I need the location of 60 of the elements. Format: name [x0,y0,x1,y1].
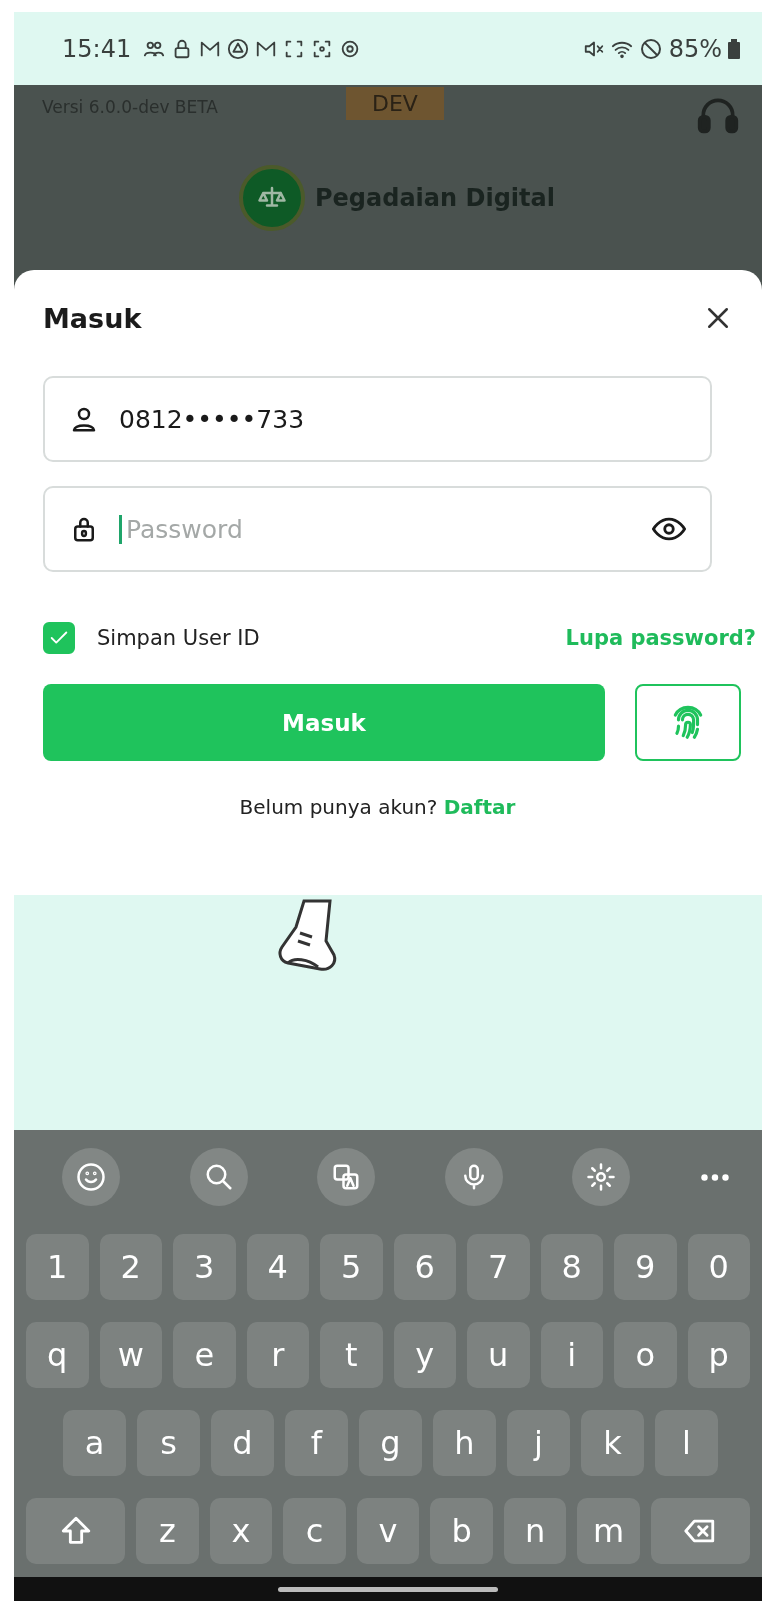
signup-prompt: Belum punya akun? Daftar [238,795,517,819]
keyboard-key[interactable]: 8 [540,1234,603,1300]
environment-badge: DEV [346,87,444,120]
ellipsis-icon [699,1173,730,1181]
keyboard-key[interactable]: h [433,1410,496,1476]
keyboard-key[interactable]: w [99,1322,162,1388]
keyboard-key[interactable]: e [173,1322,236,1388]
home-handle[interactable] [278,1586,498,1592]
keyboard-key[interactable]: j [507,1410,570,1476]
shift-key[interactable] [26,1498,126,1564]
keyboard-key[interactable]: s [137,1410,200,1476]
login-button[interactable]: Masuk [43,684,605,761]
keyboard-key[interactable]: 2 [99,1234,162,1300]
password-field[interactable]: Password [43,486,712,572]
search-icon [203,1162,234,1192]
keyboard-key[interactable]: z [136,1498,199,1564]
smiley-icon [76,1162,106,1192]
keyboard-key[interactable]: n [503,1498,567,1564]
keyboard-key[interactable]: k [581,1410,644,1476]
battery-icon [728,38,740,59]
keyboard-key[interactable]: b [430,1498,493,1564]
status-time: 15:41 [62,34,132,63]
keyboard-key[interactable]: 7 [467,1234,530,1300]
forgot-password-link[interactable]: Lupa password? [565,626,756,650]
remember-checkbox[interactable] [43,622,75,654]
password-input[interactable]: Password [119,514,632,544]
sheet-title: Masuk [43,302,142,334]
keyboard-key[interactable]: x [209,1498,273,1564]
keyboard-key[interactable]: t [320,1322,383,1388]
keyboard-key[interactable]: d [211,1410,274,1476]
keyboard-key[interactable]: i [540,1322,603,1388]
keyboard-key[interactable]: 5 [320,1234,383,1300]
keyboard-key[interactable]: p [687,1322,750,1388]
blocked-icon [638,36,663,61]
keyboard-key[interactable]: 6 [393,1234,456,1300]
keyboard-key[interactable]: y [393,1322,456,1388]
keyboard-key[interactable]: 4 [246,1234,309,1300]
keyboard-key[interactable]: u [467,1322,530,1388]
signup-link[interactable]: Daftar [443,795,516,819]
translate-icon [331,1162,362,1192]
remember-label: Simpan User ID [97,626,260,650]
phone-field[interactable]: 0812•••••733 [43,376,712,462]
keyboard-key[interactable]: m [577,1498,640,1564]
keyboard-key[interactable]: 9 [614,1234,677,1300]
backspace-key[interactable] [650,1498,751,1564]
keyboard-key[interactable]: o [614,1322,677,1388]
more-button[interactable] [699,1173,730,1181]
keyboard-key[interactable]: q [26,1322,89,1388]
battery-percent: 85% [668,34,722,63]
keyboard-key[interactable]: r [246,1322,309,1388]
keyboard-key[interactable]: v [356,1498,420,1564]
keyboard-key[interactable]: 3 [173,1234,236,1300]
keyboard-key[interactable]: f [285,1410,348,1476]
keyboard-key[interactable]: 0 [687,1234,750,1300]
keyboard-key[interactable]: a [63,1410,126,1476]
keyboard-key[interactable]: c [283,1498,346,1564]
keyboard-key[interactable]: l [655,1410,718,1476]
keyboard-key[interactable]: g [359,1410,422,1476]
phone-number: 0812•••••733 [119,404,305,434]
keyboard-key[interactable]: 1 [26,1234,89,1300]
